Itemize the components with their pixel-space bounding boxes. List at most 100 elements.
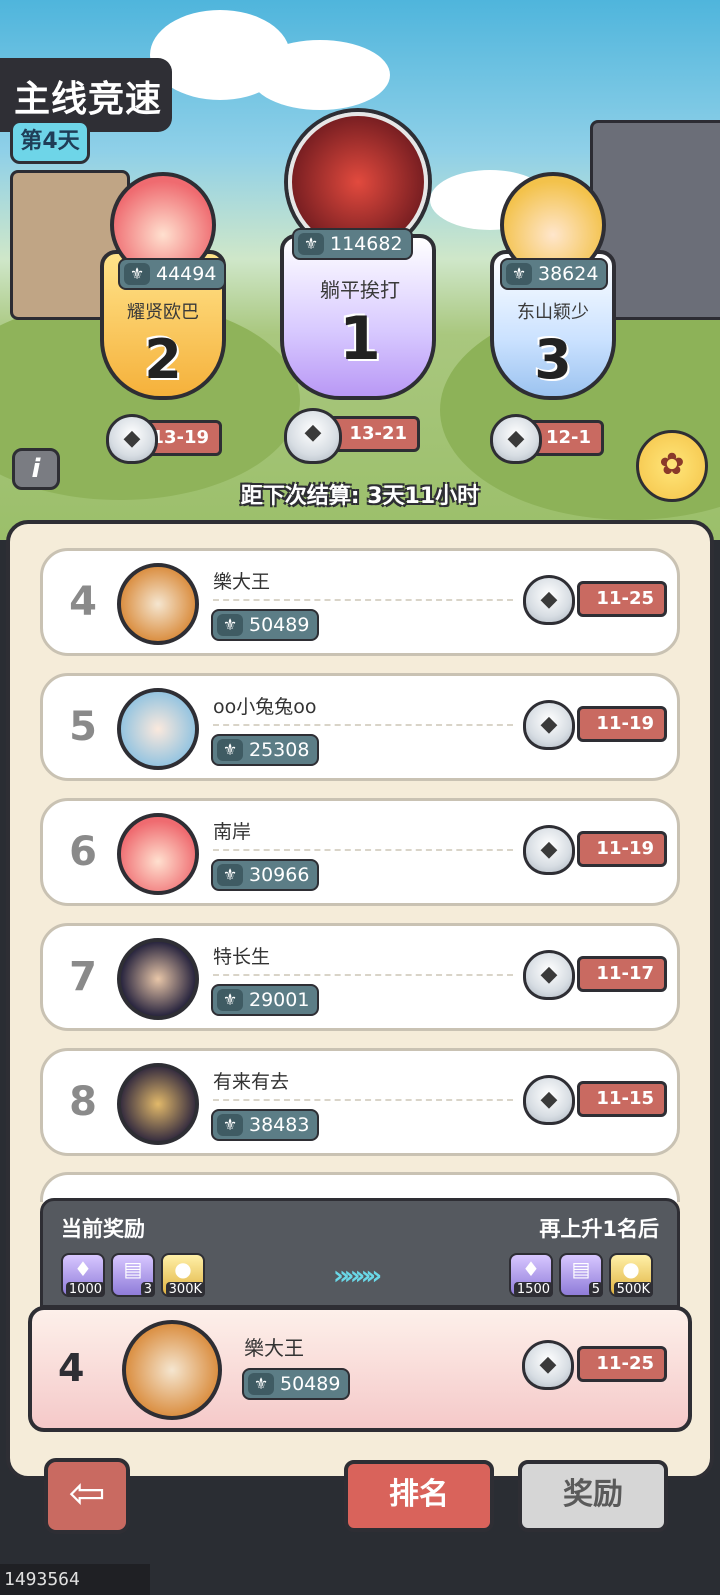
cloud <box>250 40 390 110</box>
avatar <box>117 938 199 1020</box>
reward-preview-bar: 当前奖励 再上升1名后 ♦ 1000 ▤ 3 ● 300K »»»» ♦ 1500 ▤ 5… <box>40 1198 680 1308</box>
player-name: 有来有去 <box>213 1071 290 1093</box>
avatar <box>122 1320 222 1420</box>
divider <box>213 1099 513 1101</box>
stage-tag: 11-19 <box>577 706 667 742</box>
rank-number: 5 <box>69 704 97 750</box>
power-tag: ⚜ 38624 <box>500 258 609 290</box>
podium-rank-2[interactable]: ⚜ 44494 耀贤欧巴 2 13-19 ◆ <box>96 170 230 470</box>
reward-item-gem[interactable]: ♦ 1500 <box>509 1253 553 1297</box>
stage-tag: 11-15 <box>577 1081 667 1117</box>
avatar <box>117 813 199 895</box>
rank-number: 3 <box>534 328 572 391</box>
rank-number: 8 <box>69 1079 97 1125</box>
stage-tag: 11-25 <box>577 581 667 617</box>
scroll-icon: ▤ <box>571 1257 591 1281</box>
player-name: 东山颖少 <box>517 302 589 323</box>
power-icon: ⚜ <box>248 1373 274 1395</box>
rank-number: 2 <box>144 328 182 391</box>
wolf-emblem-icon: ◆ <box>523 575 575 625</box>
power-icon: ⚜ <box>124 263 150 285</box>
divider <box>213 599 513 601</box>
power-tag: ⚜ 50489 <box>211 609 320 641</box>
item-quantity: 1000 <box>65 1282 105 1297</box>
arrow-icon: »»»» <box>333 1261 382 1291</box>
power-icon: ⚜ <box>217 739 243 761</box>
table-row[interactable]: 5 oo小兔兔oo ⚜ 25308 11-19 ◆ <box>40 673 680 781</box>
power-value: 114682 <box>330 233 403 255</box>
wolf-emblem-icon: ◆ <box>522 1340 574 1390</box>
scroll-icon: ▤ <box>123 1257 143 1281</box>
rank-number: 7 <box>69 954 97 1000</box>
page-title: 主线竞速 <box>14 79 163 120</box>
power-tag: ⚜ 50489 <box>242 1368 351 1400</box>
reward-item-coin[interactable]: ● 500K <box>609 1253 653 1297</box>
power-tag: ⚜ 25308 <box>211 734 320 766</box>
item-quantity: 1500 <box>513 1282 553 1297</box>
rank-number: 4 <box>58 1346 85 1390</box>
my-rank-row[interactable]: 4 樂大王 ⚜ 50489 11-25 ◆ <box>28 1306 692 1432</box>
power-icon: ⚜ <box>298 233 324 255</box>
power-value: 50489 <box>280 1373 341 1395</box>
back-arrow-icon: ⇦ <box>68 1468 106 1519</box>
power-icon: ⚜ <box>506 263 532 285</box>
power-value: 38483 <box>249 1114 310 1136</box>
power-value: 38624 <box>538 263 599 285</box>
coin-icon: ● <box>622 1257 640 1281</box>
item-quantity: 5 <box>588 1282 603 1297</box>
table-row[interactable]: 7 特长生 ⚜ 29001 11-17 ◆ <box>40 923 680 1031</box>
avatar <box>117 1063 199 1145</box>
stage-tag: 11-19 <box>577 831 667 867</box>
power-value: 29001 <box>249 989 310 1011</box>
settlement-countdown: 距下次结算: 3天11小时 <box>240 484 480 509</box>
avatar <box>117 563 199 645</box>
next-reward-label: 再上升1名后 <box>539 1217 659 1241</box>
power-icon: ⚜ <box>217 864 243 886</box>
avatar <box>117 688 199 770</box>
reward-item-scroll[interactable]: ▤ 3 <box>111 1253 155 1297</box>
reward-item-coin[interactable]: ● 300K <box>161 1253 205 1297</box>
coin-icon: ● <box>174 1257 192 1281</box>
player-name: 躺平挨打 <box>320 278 400 302</box>
wolf-emblem-icon: ◆ <box>490 414 542 464</box>
tab-reward[interactable]: 奖励 <box>518 1460 668 1532</box>
power-value: 25308 <box>249 739 310 761</box>
rank-number: 4 <box>69 579 97 625</box>
power-value: 50489 <box>249 614 310 636</box>
table-row[interactable]: 4 樂大王 ⚜ 50489 11-25 ◆ <box>40 548 680 656</box>
gem-icon: ♦ <box>74 1257 92 1281</box>
table-row[interactable]: 8 有来有去 ⚜ 38483 11-15 ◆ <box>40 1048 680 1156</box>
divider <box>213 849 513 851</box>
wolf-emblem-icon: ◆ <box>523 825 575 875</box>
player-name: 耀贤欧巴 <box>127 302 199 323</box>
wolf-emblem-icon: ◆ <box>106 414 158 464</box>
player-name: oo小兔兔oo <box>213 696 317 718</box>
item-quantity: 500K <box>613 1282 653 1297</box>
player-name: 南岸 <box>213 821 252 843</box>
current-reward-label: 当前奖励 <box>61 1217 145 1241</box>
reward-item-gem[interactable]: ♦ 1000 <box>61 1253 105 1297</box>
divider <box>213 974 513 976</box>
wolf-emblem-icon: ◆ <box>523 700 575 750</box>
wolf-emblem-icon: ◆ <box>523 1075 575 1125</box>
item-quantity: 300K <box>165 1282 205 1297</box>
power-tag: ⚜ 114682 <box>292 228 413 260</box>
stage-tag: 11-25 <box>577 1346 667 1382</box>
footer-id: 1493564 0aabfd <box>0 1564 150 1595</box>
reward-item-scroll[interactable]: ▤ 5 <box>559 1253 603 1297</box>
rank-number: 1 <box>339 304 381 374</box>
tab-ranking[interactable]: 排名 <box>344 1460 494 1532</box>
gem-icon: ♦ <box>522 1257 540 1281</box>
player-name: 樂大王 <box>213 571 271 593</box>
podium-rank-1[interactable]: ⚜ 114682 躺平挨打 1 13-21 ◆ <box>262 104 458 474</box>
power-icon: ⚜ <box>217 989 243 1011</box>
power-tag: ⚜ 44494 <box>118 258 227 290</box>
back-button[interactable]: ⇦ <box>44 1458 130 1534</box>
divider <box>213 724 513 726</box>
table-row[interactable]: 6 南岸 ⚜ 30966 11-19 ◆ <box>40 798 680 906</box>
podium-rank-3[interactable]: ⚜ 38624 东山颖少 3 12-1 ◆ <box>486 170 620 470</box>
wolf-emblem-icon: ◆ <box>284 408 342 464</box>
wolf-emblem-icon: ◆ <box>523 950 575 1000</box>
item-quantity: 3 <box>140 1282 155 1297</box>
rank-number: 6 <box>69 829 97 875</box>
